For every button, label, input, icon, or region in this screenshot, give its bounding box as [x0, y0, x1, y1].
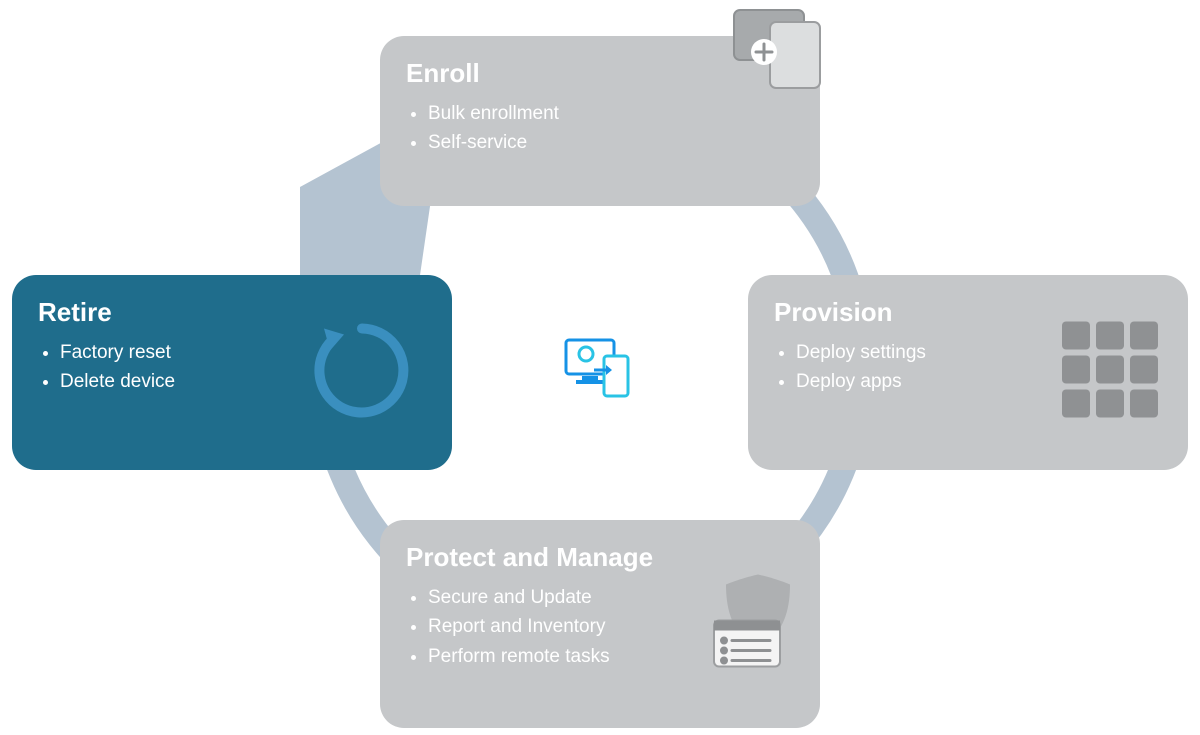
apps-grid-icon — [1056, 315, 1166, 430]
stage-item: Self-service — [428, 128, 794, 157]
stage-item: Bulk enrollment — [428, 99, 794, 128]
stage-card-retire: Retire Factory reset Delete device — [12, 275, 452, 470]
lifecycle-diagram: Enroll Bulk enrollment Self-service Prov… — [0, 0, 1200, 735]
stage-card-enroll: Enroll Bulk enrollment Self-service — [380, 36, 820, 206]
devices-add-icon — [730, 4, 840, 99]
stage-card-provision: Provision Deploy settings Deploy apps — [748, 275, 1188, 470]
reset-circle-icon — [302, 310, 422, 435]
shield-list-icon — [698, 567, 808, 682]
device-management-icon — [560, 330, 640, 410]
stage-card-protect: Protect and Manage Secure and Update Rep… — [380, 520, 820, 728]
stage-items: Bulk enrollment Self-service — [406, 99, 794, 158]
